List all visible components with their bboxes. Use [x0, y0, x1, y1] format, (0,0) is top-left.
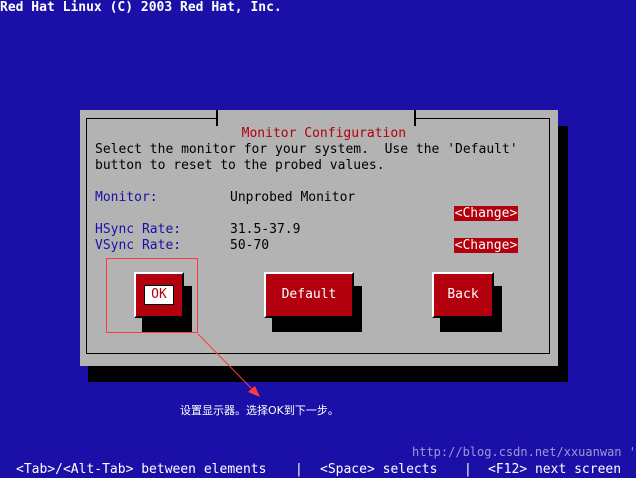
status-bar: <Tab>/<Alt-Tab> between elements | <Spac… [0, 462, 636, 478]
status-separator-2: | [464, 462, 472, 477]
status-tab-help: <Tab>/<Alt-Tab> between elements [16, 462, 267, 477]
annotation-text: 设置显示器。选择OK到下一步。 [180, 404, 339, 417]
watermark: http://blog.csdn.net/xxuanwan 'a [412, 445, 636, 459]
status-f12-help: <F12> next screen [488, 462, 622, 477]
status-space-help: <Space> selects [320, 462, 438, 477]
status-separator-1: | [295, 462, 303, 477]
